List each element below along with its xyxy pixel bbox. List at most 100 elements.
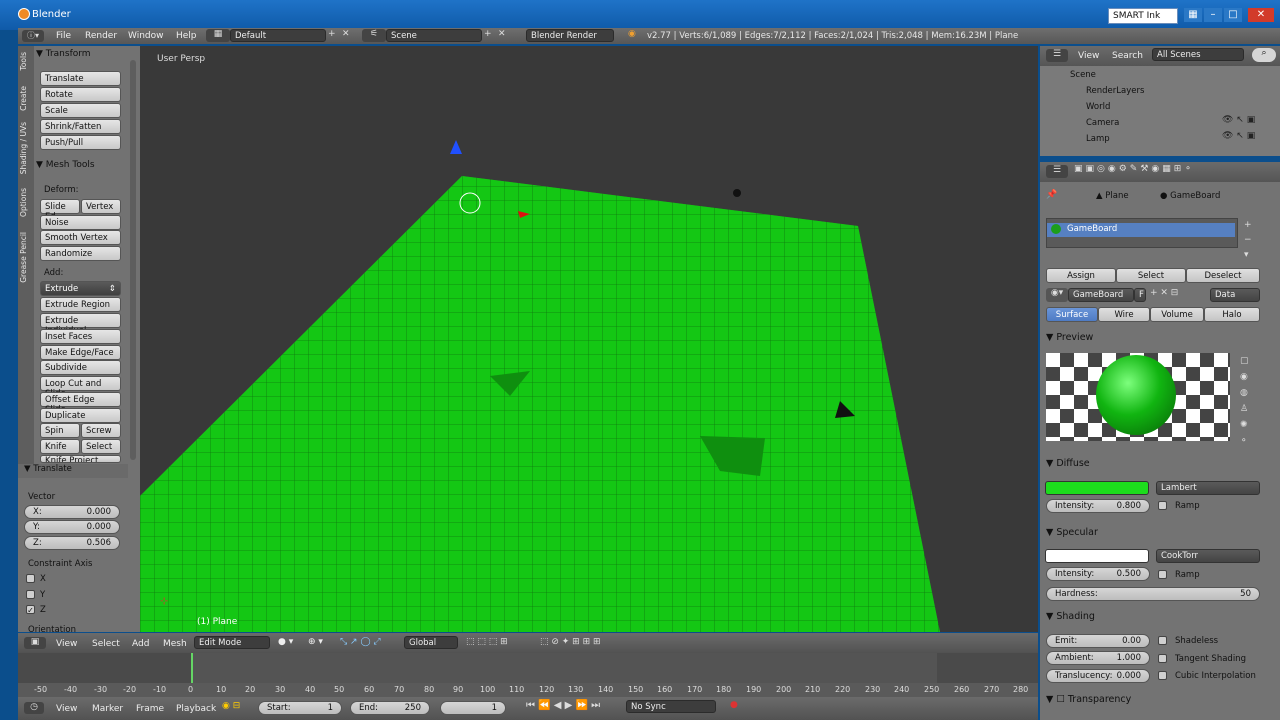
knife-project-button[interactable]: Knife Project bbox=[40, 455, 121, 463]
constraint-z-checkbox[interactable]: ✓ bbox=[26, 605, 35, 615]
tl-menu-playback[interactable]: Playback bbox=[176, 704, 216, 714]
remove-scene-icon[interactable]: ✕ bbox=[498, 29, 506, 39]
material-name-field[interactable]: GameBoard bbox=[1068, 288, 1134, 302]
autokey-lock-icon[interactable]: ◉ ⊟ bbox=[222, 701, 240, 711]
make-edge-face-button[interactable]: Make Edge/Face bbox=[40, 345, 121, 360]
cubic-interpolation-checkbox[interactable] bbox=[1158, 671, 1167, 680]
tab-tools[interactable]: Tools bbox=[19, 52, 31, 70]
emit-field[interactable]: Emit: 0.00 bbox=[1046, 634, 1150, 648]
tl-menu-marker[interactable]: Marker bbox=[92, 704, 123, 714]
tangent-shading-checkbox[interactable] bbox=[1158, 654, 1167, 663]
visibility-icons[interactable]: 👁 ↖ ▣ bbox=[1222, 131, 1255, 141]
add-scene-icon[interactable]: + bbox=[484, 29, 492, 39]
hardness-field[interactable]: Hardness: 50 bbox=[1046, 587, 1260, 601]
tab-wire[interactable]: Wire bbox=[1098, 307, 1150, 322]
screw-button[interactable]: Screw bbox=[81, 423, 121, 438]
select-button[interactable]: Select bbox=[1116, 268, 1186, 283]
toolbar-icon[interactable]: ▦ bbox=[1184, 8, 1202, 22]
push-pull-button[interactable]: Push/Pull bbox=[40, 135, 121, 150]
specular-panel-header[interactable]: ▼ Specular bbox=[1046, 527, 1256, 538]
preview-panel-header[interactable]: ▼ Preview bbox=[1046, 332, 1256, 343]
outliner-search-menu[interactable]: Search bbox=[1112, 51, 1143, 61]
vp-menu-add[interactable]: Add bbox=[132, 639, 149, 649]
vp-menu-view[interactable]: View bbox=[56, 639, 77, 649]
tl-menu-frame[interactable]: Frame bbox=[136, 704, 164, 714]
specular-intensity-field[interactable]: Intensity: 0.500 bbox=[1046, 567, 1150, 581]
specular-shader-dropdown[interactable]: CookTorr bbox=[1156, 549, 1260, 563]
sync-dropdown[interactable]: No Sync bbox=[626, 700, 716, 713]
inset-faces-button[interactable]: Inset Faces bbox=[40, 329, 121, 344]
specular-color-swatch[interactable] bbox=[1045, 549, 1149, 563]
diffuse-intensity-field[interactable]: Intensity: 0.800 bbox=[1046, 499, 1150, 513]
minimize-button[interactable]: – bbox=[1204, 8, 1222, 22]
material-actions-icons[interactable]: + ✕ ⊟ bbox=[1150, 288, 1178, 298]
start-frame-field[interactable]: Start: 1 bbox=[258, 701, 342, 715]
translucency-field[interactable]: Translucency: 0.000 bbox=[1046, 669, 1150, 683]
playback-controls[interactable]: ⏮ ⏪ ◀ ▶ ⏩ ⏭ bbox=[526, 700, 600, 711]
scale-button[interactable]: Scale bbox=[40, 103, 121, 118]
vector-x-field[interactable]: X: 0.000 bbox=[24, 505, 120, 519]
manipulator-icons[interactable]: ⤡ ↗ ◯ ⤢ bbox=[340, 637, 381, 647]
view3d-editor-icon[interactable]: ▣ bbox=[24, 637, 46, 649]
constraint-y-checkbox[interactable] bbox=[26, 590, 35, 599]
menu-window[interactable]: Window bbox=[128, 31, 164, 41]
menu-render[interactable]: Render bbox=[85, 31, 117, 41]
tab-grease-pencil[interactable]: Grease Pencil bbox=[19, 232, 31, 283]
current-frame-field[interactable]: 1 bbox=[440, 701, 506, 715]
remove-layout-icon[interactable]: ✕ bbox=[342, 29, 350, 39]
subdivide-button[interactable]: Subdivide bbox=[40, 360, 121, 375]
rotate-button[interactable]: Rotate bbox=[40, 87, 121, 102]
properties-context-icons[interactable]: ▣▣◎◉⚙✎⚒◉▦⊞⚬ bbox=[1074, 164, 1195, 174]
smooth-vertex-button[interactable]: Smooth Vertex bbox=[40, 230, 121, 245]
search-icon[interactable]: ⌕ bbox=[1252, 48, 1276, 62]
layout-icon[interactable]: ▦ bbox=[206, 29, 230, 42]
outliner-view-menu[interactable]: View bbox=[1078, 51, 1099, 61]
assign-button[interactable]: Assign bbox=[1046, 268, 1116, 283]
extrude-individual-button[interactable]: Extrude Individual bbox=[40, 313, 121, 336]
noise-button[interactable]: Noise bbox=[40, 215, 121, 230]
transform-panel-header[interactable]: ▼ Transform bbox=[36, 49, 126, 59]
vp-menu-select[interactable]: Select bbox=[92, 639, 120, 649]
constraint-x-checkbox[interactable] bbox=[26, 574, 35, 583]
diffuse-ramp-checkbox[interactable] bbox=[1158, 501, 1167, 510]
close-button[interactable]: ✕ bbox=[1248, 8, 1274, 22]
material-browse-icon[interactable]: ◉▾ bbox=[1046, 288, 1068, 302]
add-layout-icon[interactable]: + bbox=[328, 29, 336, 39]
pivot-icon[interactable]: ⊕ ▾ bbox=[308, 637, 323, 647]
slide-edge-button[interactable]: Slide Ed bbox=[40, 199, 80, 222]
timeline-editor-icon[interactable]: ◷ bbox=[24, 702, 44, 714]
knife-select-button[interactable]: Select bbox=[81, 439, 121, 454]
tab-surface[interactable]: Surface bbox=[1046, 307, 1098, 322]
layout-field[interactable]: Default bbox=[230, 29, 326, 42]
tab-create[interactable]: Create bbox=[19, 86, 31, 111]
scene-icon[interactable]: ⚟ bbox=[362, 29, 386, 42]
outliner-item-world[interactable]: World bbox=[1046, 99, 1262, 115]
spin-button[interactable]: Spin bbox=[40, 423, 80, 438]
mode-dropdown[interactable]: Edit Mode bbox=[194, 636, 270, 649]
transparency-panel-header[interactable]: ▼ ☐ Transparency bbox=[1046, 694, 1256, 705]
randomize-button[interactable]: Randomize bbox=[40, 246, 121, 261]
breadcrumb-material[interactable]: ● GameBoard bbox=[1160, 191, 1220, 201]
breadcrumb-object[interactable]: ▲ Plane bbox=[1096, 191, 1129, 201]
mesh-tools-panel-header[interactable]: ▼ Mesh Tools bbox=[36, 160, 126, 170]
operator-panel-header[interactable]: ▼ Translate bbox=[18, 464, 128, 478]
diffuse-color-swatch[interactable] bbox=[1045, 481, 1149, 495]
tab-volume[interactable]: Volume bbox=[1150, 307, 1204, 322]
menu-help[interactable]: Help bbox=[176, 31, 197, 41]
diffuse-shader-dropdown[interactable]: Lambert bbox=[1156, 481, 1260, 495]
outliner-item-scene[interactable]: Scene bbox=[1046, 67, 1262, 83]
duplicate-button[interactable]: Duplicate bbox=[40, 408, 121, 423]
extrude-dropdown[interactable]: Extrude ⇕ bbox=[40, 281, 121, 296]
vector-y-field[interactable]: Y: 0.000 bbox=[24, 520, 120, 534]
slot-controls[interactable]: + − ▾ bbox=[1244, 218, 1252, 263]
preview-type-icons[interactable]: ▢ ◉ ◍ ♙ ✺ ⚬ bbox=[1240, 353, 1249, 449]
shading-panel-header[interactable]: ▼ Shading bbox=[1046, 611, 1256, 622]
shrink-fatten-button[interactable]: Shrink/Fatten bbox=[40, 119, 121, 134]
material-slot-item[interactable]: GameBoard bbox=[1047, 223, 1235, 237]
outliner-editor-icon[interactable]: ☰ bbox=[1046, 49, 1068, 62]
select-mode-icons[interactable]: ⬚ ⬚ ⬚ ⊞ bbox=[466, 637, 508, 647]
knife-button[interactable]: Knife bbox=[40, 439, 80, 454]
fake-user-button[interactable]: F bbox=[1134, 288, 1146, 302]
menu-file[interactable]: File bbox=[56, 31, 71, 41]
orientation-dropdown[interactable]: Global bbox=[404, 636, 458, 649]
